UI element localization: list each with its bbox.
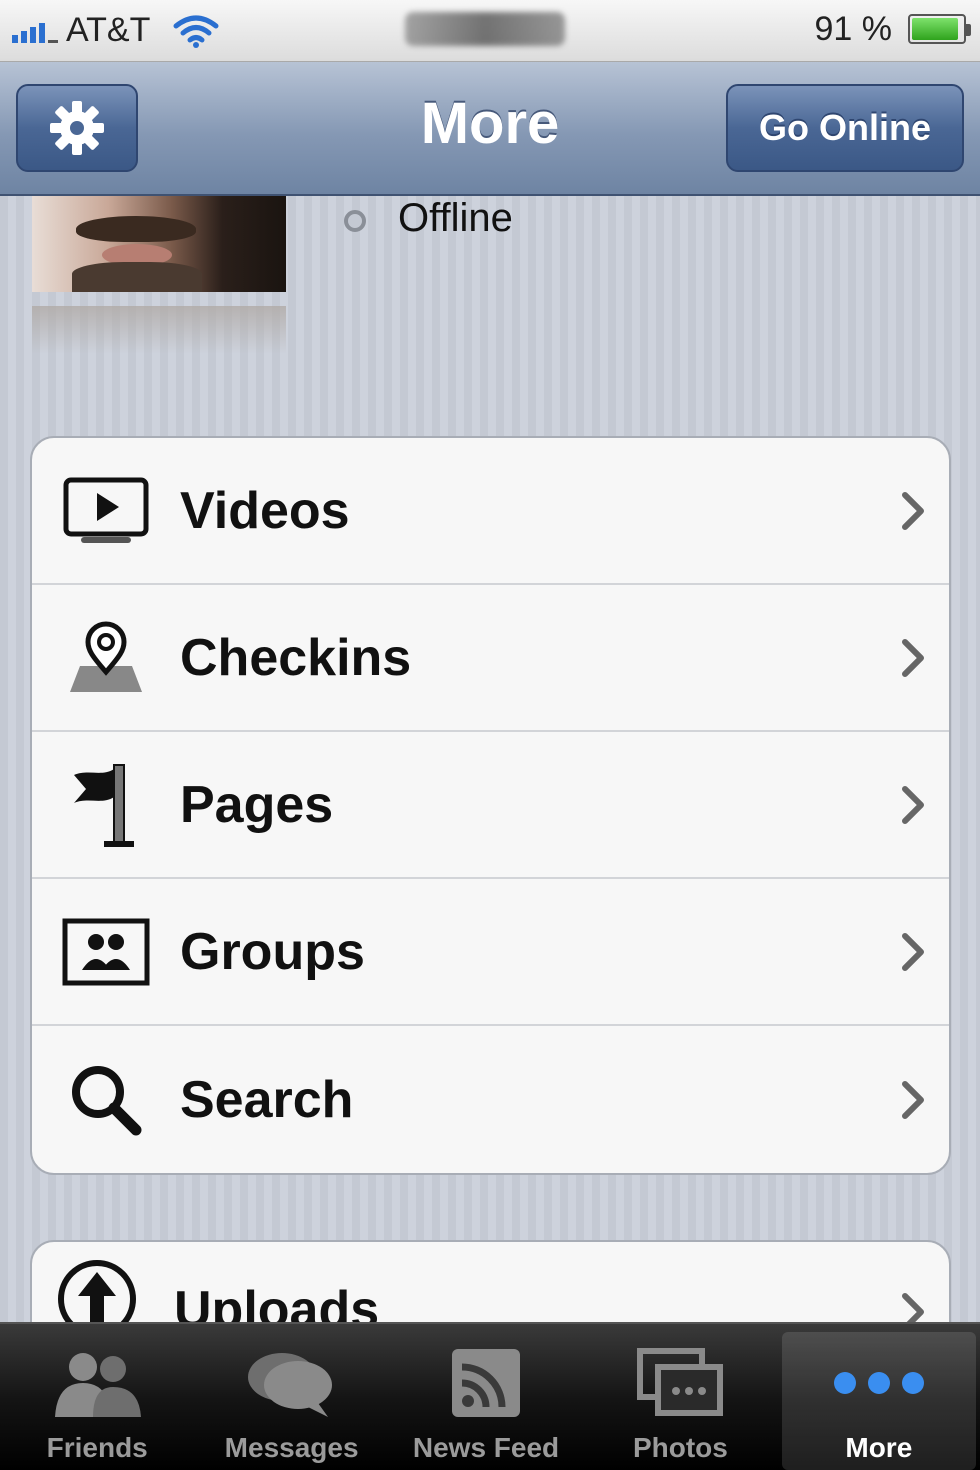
status-indicator-icon: [344, 210, 366, 232]
time-display: [405, 12, 565, 46]
chevron-right-icon: [879, 932, 949, 972]
avatar-reflection: [32, 306, 286, 354]
search-icon: [72, 1065, 142, 1135]
menu-item-groups[interactable]: Groups: [32, 879, 949, 1026]
presence-status: Offline: [398, 196, 513, 240]
menu-item-label: Groups: [180, 922, 365, 981]
tab-bar: Friends Messages News Feed Photos More: [0, 1322, 980, 1470]
signal-strength-icon: [12, 19, 58, 43]
tab-label: Messages: [224, 1432, 359, 1463]
friends-icon: [55, 1353, 142, 1417]
tab-more[interactable]: More: [781, 1332, 977, 1470]
menu-item-uploads[interactable]: Uploads: [32, 1242, 949, 1322]
tab-friends[interactable]: Friends: [0, 1324, 194, 1470]
menu-list: Videos Checkins Pages Groups Search: [30, 436, 951, 1175]
menu-item-label: Checkins: [180, 628, 412, 687]
battery-percent: 91 %: [814, 10, 893, 48]
chevron-right-icon: [879, 1292, 949, 1322]
flag-icon: [74, 763, 134, 847]
upload-icon: [58, 1260, 136, 1322]
avatar[interactable]: [32, 196, 286, 292]
status-bar: AT&T 91 %: [0, 0, 980, 62]
news-feed-icon: [452, 1349, 521, 1417]
menu-item-label: Uploads: [174, 1281, 380, 1322]
more-icon: [833, 1372, 924, 1394]
carrier-name: AT&T: [66, 11, 151, 49]
wifi-icon: [173, 15, 219, 48]
tab-label: More: [845, 1432, 913, 1463]
chevron-right-icon: [879, 1080, 949, 1120]
tab-photos[interactable]: Photos: [583, 1324, 777, 1470]
chevron-right-icon: [879, 785, 949, 825]
photos-icon: [637, 1348, 724, 1416]
chevron-right-icon: [879, 491, 949, 531]
navigation-bar: More Go Online: [0, 62, 980, 196]
menu-item-label: Videos: [180, 481, 350, 540]
tab-messages[interactable]: Messages: [194, 1324, 388, 1470]
menu-item-checkins[interactable]: Checkins: [32, 585, 949, 732]
chevron-right-icon: [879, 638, 949, 678]
secondary-menu-list: Uploads: [30, 1240, 951, 1322]
battery-icon: [908, 14, 971, 44]
menu-item-label: Search: [180, 1070, 354, 1129]
menu-item-label: Pages: [180, 775, 334, 834]
go-online-button[interactable]: Go Online: [726, 84, 964, 172]
tab-label: Photos: [632, 1432, 728, 1463]
group-icon: [62, 918, 150, 985]
tab-label: News Feed: [412, 1432, 560, 1463]
map-pin-icon: [70, 621, 142, 692]
menu-item-videos[interactable]: Videos: [32, 438, 949, 585]
more-content[interactable]: Offline Videos Checkins Pages Groups Sea…: [0, 196, 980, 1322]
menu-item-pages[interactable]: Pages: [32, 732, 949, 879]
video-icon: [63, 477, 149, 543]
menu-item-search[interactable]: Search: [32, 1026, 949, 1173]
tab-news-feed[interactable]: News Feed: [389, 1324, 583, 1470]
messages-icon: [247, 1353, 332, 1417]
tab-label: Friends: [46, 1432, 148, 1463]
